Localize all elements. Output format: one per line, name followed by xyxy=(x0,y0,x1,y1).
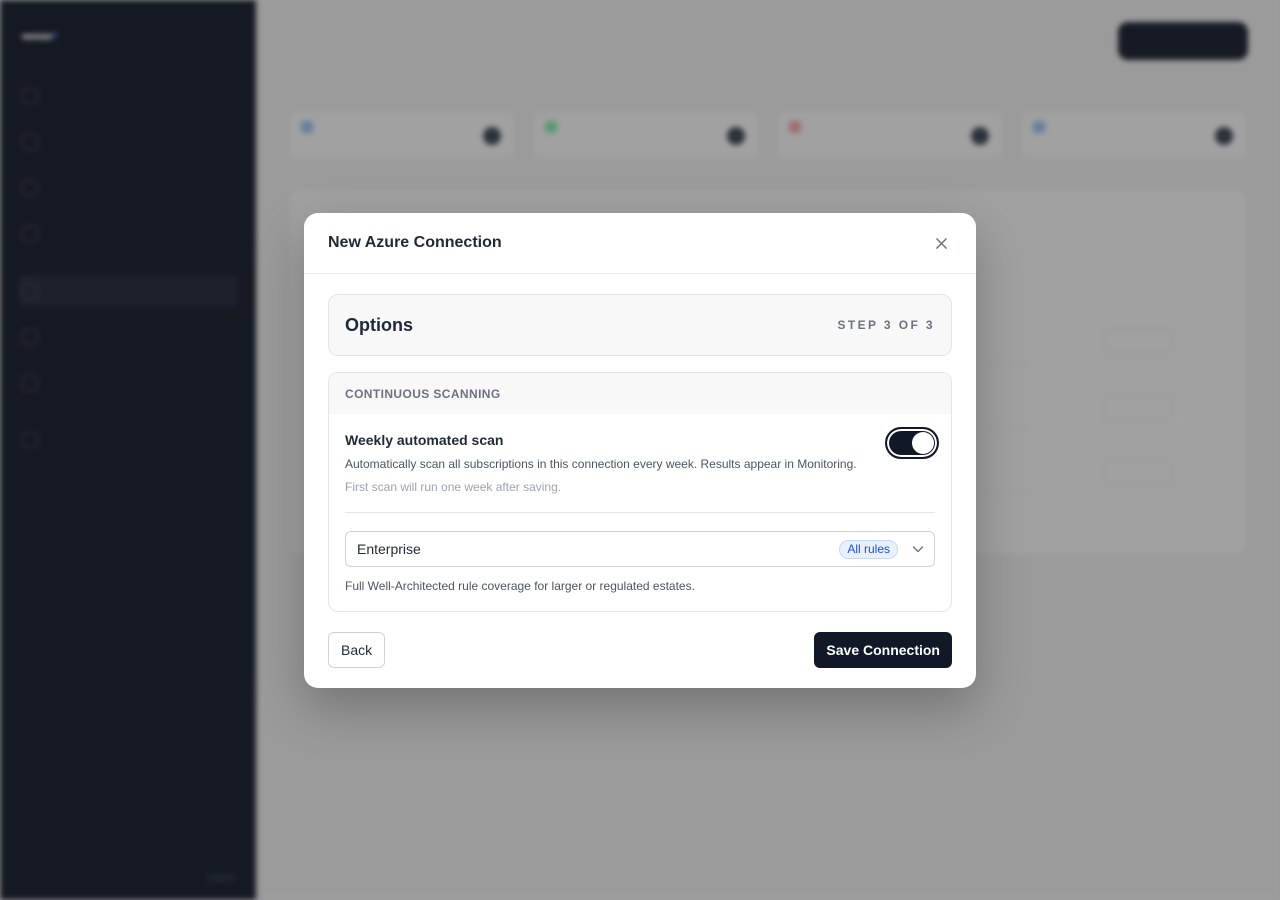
section-heading: CONTINUOUS SCANNING xyxy=(329,373,951,414)
weekly-scan-note: First scan will run one week after savin… xyxy=(345,480,562,494)
weekly-scan-setting: Weekly automated scan Automatically scan… xyxy=(345,414,939,513)
close-button[interactable] xyxy=(930,232,952,254)
toggle-knob xyxy=(912,432,934,454)
step-counter: STEP 3 OF 3 xyxy=(837,318,935,332)
ruleset-badge: All rules xyxy=(839,539,898,559)
step-title: Options xyxy=(345,314,413,335)
close-icon xyxy=(935,237,947,249)
ruleset-help-text: Full Well-Architected rule coverage for … xyxy=(345,579,695,593)
dialog-footer: Back Save Connection xyxy=(328,632,952,668)
section-body: Weekly automated scan Automatically scan… xyxy=(329,414,951,593)
ruleset-value: Enterprise xyxy=(357,541,421,557)
dialog-body: Options STEP 3 OF 3 CONTINUOUS SCANNING … xyxy=(304,274,976,612)
ruleset-select[interactable]: Enterprise All rules xyxy=(345,531,935,567)
chevron-down-icon xyxy=(912,543,924,555)
weekly-scan-description: Automatically scan all subscriptions in … xyxy=(345,457,857,471)
weekly-scan-toggle[interactable] xyxy=(885,427,939,459)
new-connection-dialog: New Azure Connection Options STEP 3 OF 3… xyxy=(304,213,976,688)
continuous-scanning-section: CONTINUOUS SCANNING Weekly automated sca… xyxy=(328,372,952,612)
back-button[interactable]: Back xyxy=(328,632,386,668)
save-connection-button[interactable]: Save Connection xyxy=(814,632,952,668)
dialog-title: New Azure Connection xyxy=(328,234,502,251)
step-header: Options STEP 3 OF 3 xyxy=(328,294,952,356)
dialog-header: New Azure Connection xyxy=(304,213,976,274)
weekly-scan-title: Weekly automated scan xyxy=(345,432,504,448)
